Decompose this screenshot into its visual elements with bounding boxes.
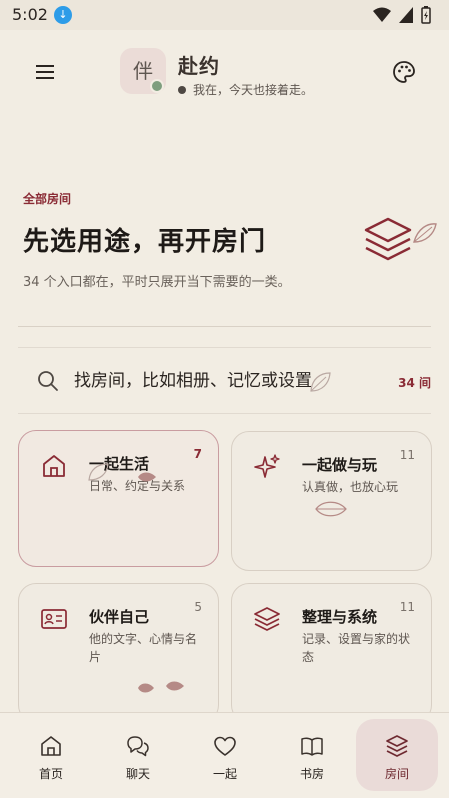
search-icon: [38, 371, 58, 391]
nav-label: 一起: [212, 767, 237, 781]
card-desc: 认真做，也放心玩: [302, 480, 399, 494]
app-name: 赴约: [178, 54, 220, 78]
online-status-dot: [150, 79, 164, 93]
section-kicker: 全部房间: [23, 192, 72, 206]
card-title: 一起做与玩: [302, 456, 378, 474]
status-time: 5:02: [12, 5, 48, 24]
signal-icon: [399, 7, 413, 23]
nav-item-rooms[interactable]: 房间: [356, 719, 438, 791]
status-line: 我在，今天也接着走。: [178, 81, 313, 98]
leaf-decor-icon: [138, 472, 156, 482]
page-subtitle: 34 个入口都在，平时只展开当下需要的一类。: [23, 275, 291, 290]
id-card-icon: [41, 609, 67, 629]
menu-icon[interactable]: [30, 58, 60, 86]
heart-icon: [214, 736, 236, 756]
bottom-nav: 首页 聊天 一起 书房 房间: [0, 712, 449, 798]
nav-item-chat[interactable]: 聊天: [97, 719, 179, 791]
nav-label: 首页: [38, 767, 63, 781]
leaf-decor-icon: [310, 372, 331, 392]
palette-icon[interactable]: [390, 58, 418, 86]
nav-item-together[interactable]: 一起: [184, 719, 266, 791]
page-title: 先选用途，再开房门: [23, 227, 267, 257]
leaf-decor-icon: [88, 463, 109, 481]
nav-label: 书房: [299, 767, 324, 781]
status-dot: [178, 85, 186, 94]
divider: [18, 326, 431, 327]
nav-item-study[interactable]: 书房: [271, 719, 353, 791]
system-icons: [373, 6, 431, 24]
card-desc: 他的文字、心情与名片: [89, 632, 198, 664]
battery-icon: [421, 6, 431, 24]
card-count: 5: [194, 600, 202, 614]
book-icon: [301, 737, 323, 756]
sparkle-icon: [254, 454, 280, 478]
nav-item-home[interactable]: 首页: [10, 719, 92, 791]
room-count: 34 间: [398, 376, 431, 390]
nav-label: 房间: [384, 767, 409, 781]
home-icon: [41, 736, 61, 756]
card-count: 11: [399, 600, 415, 614]
leaf-decor-icon: [315, 501, 347, 517]
room-card-system[interactable]: 整理与系统 记录、设置与家的状态 11: [231, 583, 432, 723]
nav-label: 聊天: [125, 767, 150, 781]
download-icon: ↓: [54, 6, 72, 24]
search-bar[interactable]: 找房间，比如相册、记忆或设置 34 间: [18, 355, 431, 407]
room-card-life[interactable]: 一起生活 日常、约定与关系 7: [18, 430, 219, 567]
card-title: 整理与系统: [302, 608, 378, 626]
leaf-decor-icon: [166, 681, 184, 691]
chat-icon: [127, 736, 149, 757]
divider: [18, 347, 431, 348]
card-desc: 记录、设置与家的状态: [302, 632, 411, 664]
card-title: 伙伴自己: [89, 608, 150, 626]
room-card-partner[interactable]: 伙伴自己 他的文字、心情与名片 5: [18, 583, 219, 723]
layers-icon: [386, 735, 408, 757]
leaf-decor-icon: [138, 683, 154, 693]
card-count: 7: [193, 447, 202, 461]
layers-leaf-icon: [364, 217, 437, 261]
status-bar: 5:02 ↓: [0, 0, 449, 30]
wifi-icon: [373, 7, 391, 22]
status-text: 我在，今天也接着走。: [193, 83, 314, 97]
card-count: 11: [399, 448, 415, 462]
home-icon: [43, 455, 65, 477]
room-card-do-play[interactable]: 一起做与玩 认真做，也放心玩 11: [231, 431, 432, 571]
layers-icon: [254, 607, 280, 631]
divider: [18, 413, 431, 414]
